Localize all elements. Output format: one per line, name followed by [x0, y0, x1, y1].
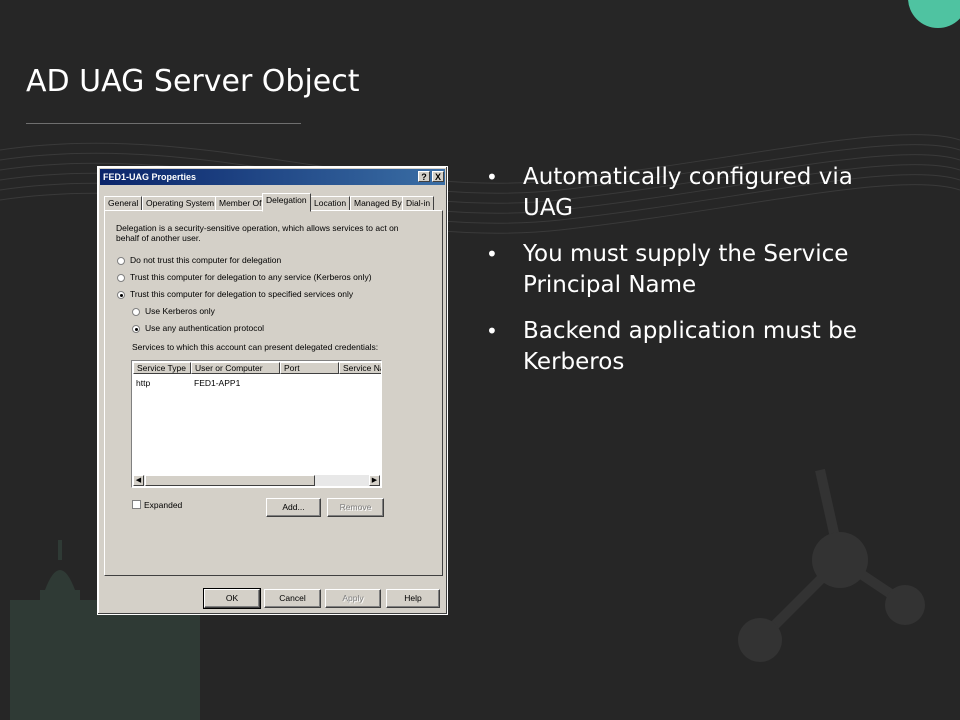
remove-button[interactable]: Remove: [327, 498, 384, 517]
horizontal-scrollbar[interactable]: ◀ ▶: [133, 475, 380, 486]
any-protocol-label: Use any authentication protocol: [145, 323, 265, 333]
list-header: Service Type User or Computer Port Servi…: [133, 362, 381, 374]
services-list[interactable]: Service Type User or Computer Port Servi…: [131, 360, 382, 488]
tab-general[interactable]: General: [104, 196, 143, 211]
bullet-list: Automatically configured via UAG You mus…: [486, 162, 906, 393]
trust-any-radio[interactable]: [117, 274, 125, 282]
description-text: behalf of another user.: [116, 233, 201, 243]
bullet-item: You must supply the Service Principal Na…: [486, 239, 906, 301]
tab-location[interactable]: Location: [310, 196, 351, 211]
tab-operating-system[interactable]: Operating System: [142, 196, 219, 211]
bullet-item: Backend application must be Kerberos: [486, 316, 906, 378]
close-icon[interactable]: X: [432, 171, 444, 182]
no-trust-radio[interactable]: [117, 257, 125, 265]
tab-member-of[interactable]: Member Of: [215, 196, 266, 211]
ok-button[interactable]: OK: [203, 588, 261, 609]
slide-title: AD UAG Server Object: [26, 64, 360, 99]
trust-specified-radio[interactable]: [117, 291, 125, 299]
expanded-checkbox[interactable]: [132, 500, 141, 509]
cancel-button[interactable]: Cancel: [264, 589, 321, 608]
trust-specified-label: Trust this computer for delegation to sp…: [130, 289, 354, 299]
scroll-thumb[interactable]: [145, 475, 315, 486]
scroll-right-icon[interactable]: ▶: [369, 475, 380, 486]
kerberos-only-radio[interactable]: [132, 308, 140, 316]
any-protocol-radio[interactable]: [132, 325, 140, 333]
no-trust-label: Do not trust this computer for delegatio…: [130, 255, 282, 265]
dialog-title: FED1-UAG Properties: [103, 172, 197, 182]
help-icon[interactable]: ?: [418, 171, 430, 182]
scroll-left-icon[interactable]: ◀: [133, 475, 144, 486]
properties-dialog: FED1-UAG Properties ? X General Operatin…: [97, 166, 448, 615]
help-button[interactable]: Help: [386, 589, 440, 608]
description-text: Delegation is a security-sensitive opera…: [116, 223, 399, 233]
cell-service-type: http: [136, 378, 151, 388]
tab-dial-in[interactable]: Dial-in: [402, 196, 435, 211]
tab-managed-by[interactable]: Managed By: [350, 196, 406, 211]
column-service-name[interactable]: Service Na: [339, 362, 381, 374]
trust-any-label: Trust this computer for delegation to an…: [130, 272, 372, 282]
expanded-label: Expanded: [144, 500, 183, 510]
dialog-titlebar: FED1-UAG Properties ? X: [100, 169, 445, 185]
kerberos-only-label: Use Kerberos only: [145, 306, 215, 316]
tab-delegation[interactable]: Delegation: [262, 193, 311, 212]
column-service-type[interactable]: Service Type: [133, 362, 191, 374]
column-port[interactable]: Port: [280, 362, 339, 374]
cell-user-or-computer: FED1-APP1: [194, 378, 241, 388]
add-button[interactable]: Add...: [266, 498, 321, 517]
bullet-item: Automatically configured via UAG: [486, 162, 906, 224]
title-underline: [26, 123, 301, 124]
apply-button[interactable]: Apply: [325, 589, 381, 608]
column-user-or-computer[interactable]: User or Computer: [191, 362, 280, 374]
services-label: Services to which this account can prese…: [132, 342, 379, 352]
